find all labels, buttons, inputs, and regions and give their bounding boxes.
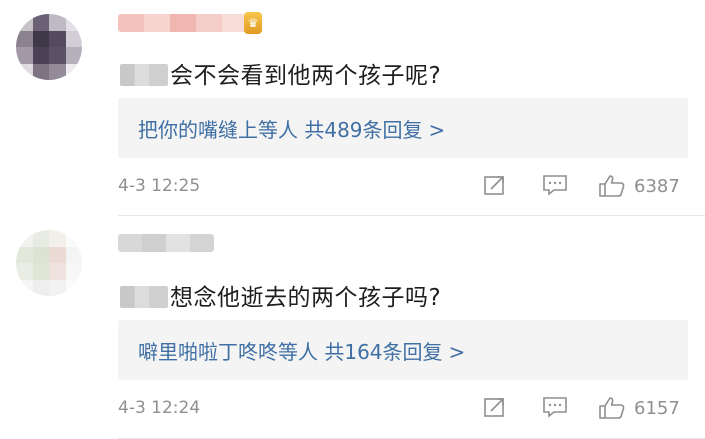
username-pixel [118,234,142,252]
username-blurred[interactable] [118,234,214,252]
comment-button[interactable] [542,396,568,418]
avatar-pixel [32,230,49,247]
avatar-pixel [49,14,66,31]
like-count: 6157 [634,397,680,419]
thumbs-up-icon [598,174,626,198]
avatar-pixel [32,14,49,31]
avatar-pixel [49,30,66,47]
avatar-pixel [65,230,82,247]
share-button[interactable] [483,396,507,418]
username-pixel [118,14,144,32]
avatar-pixel [16,30,33,47]
avatar-pixel [32,30,49,47]
avatar-pixel [65,246,82,263]
chevron-right-icon: > [428,118,446,142]
thumbs-up-icon [598,396,626,420]
chevron-right-icon: > [448,340,466,364]
avatar-pixel [49,47,66,64]
timestamp: 4-3 12:25 [118,176,201,196]
mention-blurred[interactable] [120,64,168,86]
mention-blurred[interactable] [120,286,168,308]
reply-summary-link[interactable]: 把你的嘴缝上等人 共489条回复 > [138,114,445,143]
share-button[interactable] [483,174,507,196]
reply-summary-text: 噼里啪啦丁咚咚等人 共164条回复 [138,340,443,364]
avatar-pixel [16,14,33,31]
username-pixel [170,14,196,32]
username-pixel [190,234,214,252]
comment-button[interactable] [542,174,568,196]
comment-icon [542,396,568,418]
avatar-pixel [49,246,66,263]
username-pixel [144,14,170,32]
avatar-pixel [16,263,33,280]
avatar-pixel [32,279,49,296]
avatar-pixel [16,246,33,263]
avatar-pixel [16,47,33,64]
avatar-pixel [32,47,49,64]
username-pixel [166,234,190,252]
avatar-pixel [65,47,82,64]
username-pixel [196,14,222,32]
avatar-pixel [16,63,33,80]
comment-text-content: 想念他逝去的两个孩子吗? [170,285,442,311]
vip-crown-icon: ♛ [244,12,262,34]
reply-summary-box[interactable]: 把你的嘴缝上等人 共489条回复 > [118,98,688,158]
avatar-pixel [32,63,49,80]
avatar-pixel [49,63,66,80]
like-button[interactable]: 6387 [598,174,680,198]
like-button[interactable]: 6157 [598,396,680,420]
avatar-pixel [16,230,33,247]
share-icon [483,174,507,196]
reply-summary-link[interactable]: 噼里啪啦丁咚咚等人 共164条回复 > [138,336,465,365]
avatar[interactable] [16,230,82,296]
avatar-pixel [65,263,82,280]
avatar-pixel [49,279,66,296]
reply-summary-text: 把你的嘴缝上等人 共489条回复 [138,118,423,142]
avatar-pixel [65,63,82,80]
share-icon [483,396,507,418]
avatar-pixel [65,14,82,31]
comment-item: ♛ 会不会看到他两个孩子呢? 把你的嘴缝上等人 共489条回复 > 4-3 12:… [0,0,705,216]
avatar-pixel [49,230,66,247]
avatar-pixel [65,279,82,296]
avatar-pixel [16,279,33,296]
comment-icon [542,174,568,196]
comment-text: 想念他逝去的两个孩子吗? [120,278,441,312]
comment-text: 会不会看到他两个孩子呢? [120,56,441,90]
avatar-pixel [49,263,66,280]
comment-text-content: 会不会看到他两个孩子呢? [170,63,442,89]
divider [118,215,705,216]
avatar-pixel [32,263,49,280]
timestamp: 4-3 12:24 [118,398,201,418]
reply-summary-box[interactable]: 噼里啪啦丁咚咚等人 共164条回复 > [118,320,688,380]
like-count: 6387 [634,175,680,197]
avatar[interactable] [16,14,82,80]
avatar-pixel [32,246,49,263]
comment-item: 想念他逝去的两个孩子吗? 噼里啪啦丁咚咚等人 共164条回复 > 4-3 12:2… [0,222,705,439]
avatar-pixel [65,30,82,47]
username-blurred[interactable] [118,14,248,32]
username-pixel [142,234,166,252]
